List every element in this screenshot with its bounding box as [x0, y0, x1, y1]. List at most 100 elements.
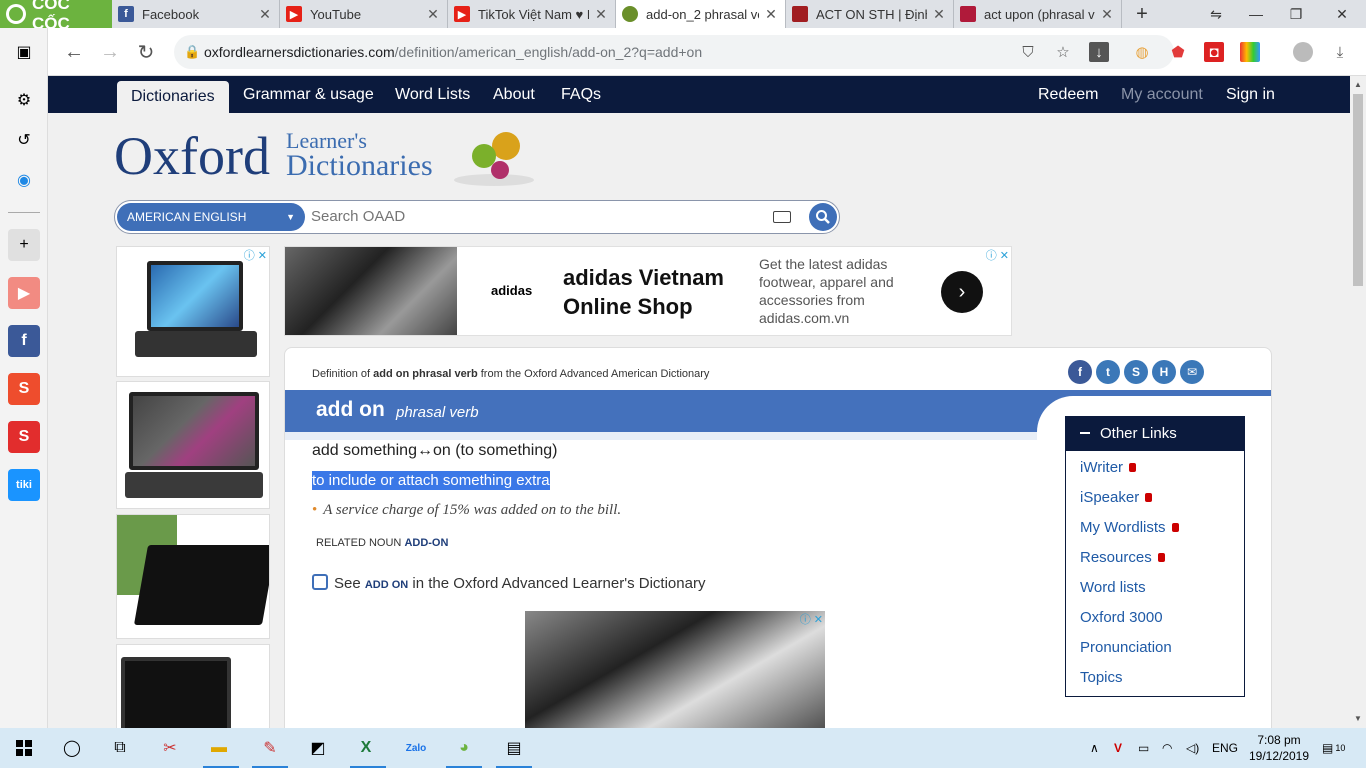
ad-close-icon[interactable]: ⓘ ✕	[800, 611, 823, 627]
close-icon[interactable]: ✕	[257, 6, 273, 23]
ad-close-icon[interactable]: ⓘ ✕	[244, 247, 267, 263]
nav-my-account[interactable]: My account	[1121, 76, 1203, 113]
battery-icon[interactable]: ▭	[1138, 728, 1149, 768]
close-icon[interactable]: ✕	[425, 6, 441, 23]
unikey-icon[interactable]: V	[1114, 728, 1122, 768]
extension-red-icon[interactable]: ◘	[1204, 42, 1224, 62]
file-explorer-icon[interactable]: ▬	[203, 732, 235, 764]
ad-bottom[interactable]: ⓘ ✕	[525, 611, 825, 728]
history-icon[interactable]: ↺	[8, 124, 40, 156]
other-link-oxford-3000[interactable]: Oxford 3000	[1080, 609, 1163, 626]
reload-button[interactable]: ↻	[132, 38, 160, 66]
search-button[interactable]	[809, 203, 837, 231]
nav-grammar-usage[interactable]: Grammar & usage	[243, 76, 374, 113]
new-tab-button[interactable]: +	[1122, 0, 1162, 28]
ad-go-button[interactable]: ›	[941, 271, 983, 313]
nav-about[interactable]: About	[493, 76, 535, 113]
windows-start-icon[interactable]	[8, 732, 40, 764]
other-link-resources[interactable]: Resources	[1080, 549, 1165, 566]
hi-share-icon[interactable]: H	[1152, 360, 1176, 384]
facebook-icon[interactable]: f	[8, 325, 40, 357]
star-icon[interactable]: ☆	[1053, 42, 1073, 62]
ad-laptop-1[interactable]: ⓘ ✕	[116, 246, 270, 377]
ad-banner[interactable]: adidas adidas Vietnam Online Shop Get th…	[284, 246, 1012, 336]
close-window-button[interactable]: ✕	[1322, 0, 1362, 28]
maximize-button[interactable]: ❐	[1276, 0, 1316, 28]
ad-laptop-3[interactable]	[116, 514, 270, 639]
volume-icon[interactable]: ◁)	[1186, 728, 1199, 768]
other-link-my-wordlists[interactable]: My Wordlists	[1080, 519, 1179, 536]
ad-laptop-2[interactable]	[116, 381, 270, 509]
scroll-up-icon[interactable]: ▲	[1353, 80, 1363, 89]
see-also-link[interactable]: ADD ON	[365, 579, 408, 591]
tab-oxford-active[interactable]: add-on_2 phrasal ver ✕	[616, 0, 786, 28]
nav-dictionaries[interactable]: Dictionaries	[117, 81, 229, 113]
nav-word-lists[interactable]: Word Lists	[395, 76, 470, 113]
scroll-down-icon[interactable]: ▼	[1353, 714, 1363, 723]
search-input[interactable]	[311, 201, 761, 233]
tab-cambridge[interactable]: ACT ON STH | Định n ✕	[786, 0, 954, 28]
zalo-icon[interactable]: Zalo	[400, 732, 432, 764]
task-view-icon[interactable]: ⧉	[104, 732, 136, 764]
app-icon[interactable]: ▤	[498, 732, 530, 764]
coccoc-menu-button[interactable]: CỐC CỐC	[0, 0, 112, 33]
tab-youtube[interactable]: ▶ YouTube ✕	[280, 0, 448, 28]
tray-chevron-icon[interactable]: ∧	[1090, 728, 1099, 768]
forward-button[interactable]: →	[96, 38, 124, 66]
nav-redeem[interactable]: Redeem	[1038, 76, 1098, 113]
ad-title[interactable]: adidas Vietnam Online Shop	[563, 263, 743, 321]
other-link-pronunciation[interactable]: Pronunciation	[1080, 639, 1172, 656]
tab-act-upon[interactable]: act upon (phrasal ver ✕	[954, 0, 1122, 28]
back-button[interactable]: ←	[60, 38, 88, 66]
facebook-share-icon[interactable]: f	[1068, 360, 1092, 384]
ad-close-icon[interactable]: ⓘ ✕	[986, 247, 1009, 263]
extension-shield-icon[interactable]: ⬟	[1168, 42, 1188, 62]
extension-chrome-icon[interactable]: ◍	[1132, 42, 1152, 62]
language-select[interactable]: AMERICAN ENGLISH ▼	[117, 203, 305, 231]
other-link-topics[interactable]: Topics	[1080, 669, 1123, 686]
youtube-icon[interactable]: ▶	[8, 277, 40, 309]
excel-icon[interactable]: X	[350, 732, 382, 764]
sendo-icon[interactable]: S	[8, 421, 40, 453]
close-icon[interactable]: ✕	[931, 6, 947, 23]
messenger-icon[interactable]: ◉	[8, 164, 40, 196]
sidebar-toggle-icon[interactable]: ▣	[8, 36, 40, 68]
other-link-word-lists[interactable]: Word lists	[1080, 579, 1146, 596]
close-icon[interactable]: ✕	[1099, 6, 1115, 23]
tab-facebook[interactable]: f Facebook ✕	[112, 0, 280, 28]
related-noun-link[interactable]: ADD-ON	[404, 537, 448, 549]
paint-icon[interactable]: ✎	[254, 732, 286, 764]
language-indicator[interactable]: ENG	[1212, 728, 1238, 768]
avatar[interactable]	[1293, 42, 1313, 62]
gear-icon[interactable]: ⚙	[8, 84, 40, 116]
other-link-iwriter[interactable]: iWriter	[1080, 459, 1137, 476]
other-links-header[interactable]: Other Links	[1066, 417, 1244, 451]
twitter-share-icon[interactable]: t	[1096, 360, 1120, 384]
tab-tiktok[interactable]: ▶ TikTok Việt Nam ♥ N ✕	[448, 0, 616, 28]
extension-color-icon[interactable]	[1240, 42, 1260, 62]
nav-faqs[interactable]: FAQs	[561, 76, 601, 113]
search-icon[interactable]: ◯	[56, 732, 88, 764]
scrollbar-thumb[interactable]	[1353, 94, 1363, 286]
nav-sign-in[interactable]: Sign in	[1226, 76, 1275, 113]
stumbleupon-share-icon[interactable]: S	[1124, 360, 1148, 384]
tiki-icon[interactable]: tiki	[8, 469, 40, 501]
ad-laptop-4[interactable]	[116, 644, 270, 728]
snipping-tool-icon[interactable]: ✂	[154, 732, 186, 764]
download-arrow-icon[interactable]: ⤓	[1330, 42, 1350, 62]
close-icon[interactable]: ✕	[593, 6, 609, 23]
other-link-ispeaker[interactable]: iSpeaker	[1080, 489, 1153, 506]
keyboard-icon[interactable]	[773, 211, 791, 223]
minimize-button[interactable]: —	[1236, 0, 1276, 28]
tab-search-icon[interactable]: ⇋	[1196, 0, 1236, 28]
notification-icon[interactable]: ▤ 10	[1322, 728, 1345, 768]
shopee-icon[interactable]: S	[8, 373, 40, 405]
sticky-notes-icon[interactable]: ◩	[302, 732, 334, 764]
email-share-icon[interactable]: ✉	[1180, 360, 1204, 384]
page-scrollbar[interactable]: ▲ ▼	[1350, 76, 1366, 728]
shield-icon[interactable]: ⛉	[1018, 42, 1038, 62]
add-icon[interactable]: +	[8, 229, 40, 261]
clock[interactable]: 7:08 pm 19/12/2019	[1248, 732, 1310, 764]
close-icon[interactable]: ✕	[763, 6, 779, 23]
coccoc-icon[interactable]: ◕	[448, 732, 480, 764]
